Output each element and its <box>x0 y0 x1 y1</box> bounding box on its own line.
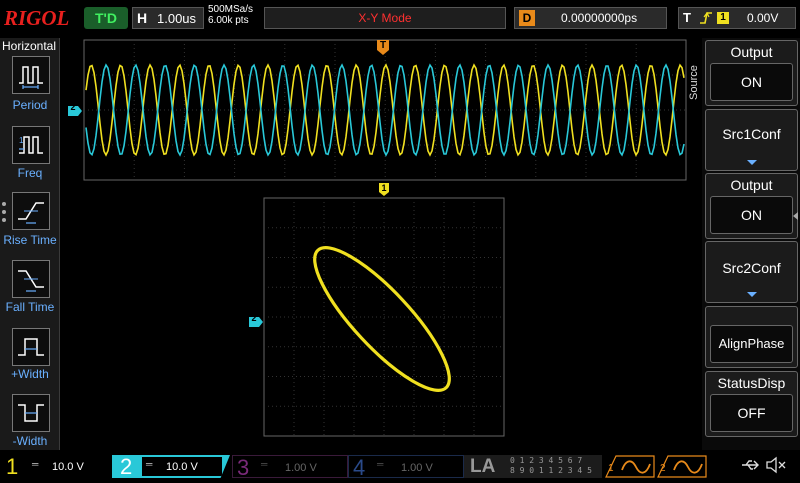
ch4-number: 4 <box>353 455 366 480</box>
ch2-status[interactable]: 2 ═ 10.0 V <box>112 455 230 478</box>
trigger-position-marker[interactable]: T <box>377 40 389 55</box>
source2-status[interactable]: 2 <box>656 455 708 478</box>
dc-coupling-icon: ═ <box>32 459 39 469</box>
timebase-box[interactable]: H 1.00us <box>132 7 204 29</box>
chevron-down-icon <box>746 154 758 172</box>
ch2-scale: 10.0 V <box>166 461 198 473</box>
acquisition-info: 500MSa/s 6.00k pts <box>208 4 253 26</box>
period-label: Period <box>12 98 48 112</box>
src2conf-label: Src2Conf <box>722 260 781 276</box>
src2conf-button[interactable]: Src2Conf <box>705 241 798 303</box>
la-digits-top: 0 1 2 3 4 5 6 7 <box>510 456 583 465</box>
positive-width-label: +Width <box>11 367 49 381</box>
memory-depth: 6.00k pts <box>208 15 249 26</box>
delay-value: 0.00000000ps <box>561 11 638 25</box>
frequency-button[interactable]: 1 <box>12 126 50 164</box>
source2-number: 2 <box>660 463 666 474</box>
ch3-status[interactable]: 3 ═ 1.00 V <box>232 455 348 480</box>
sample-rate: 500MSa/s <box>208 4 254 15</box>
trigger-source-badge: 1 <box>717 12 729 24</box>
menu-page-indicator <box>2 202 6 226</box>
ch2-value-box: ═ 10.0 V <box>142 457 222 476</box>
channel-status-bar: 1 ═ 10.0 V 2 ═ 10.0 V 3 ═ 1.00 V 4 ═ 1.0… <box>0 453 800 480</box>
source-menu: Output ON Src1Conf Output ON Src2Conf Al… <box>702 38 800 450</box>
ch2-number: 2 <box>120 454 133 479</box>
trigger-key: T <box>683 10 691 25</box>
rising-edge-icon <box>699 9 713 30</box>
source1-number: 1 <box>608 463 614 474</box>
delay-box[interactable]: D 0.00000000ps <box>514 7 667 29</box>
waveform-display <box>83 39 687 437</box>
frequency-label: Freq <box>17 166 43 180</box>
negative-width-label: -Width <box>12 434 48 448</box>
horizontal-menu: Horizontal Period 1 Freq Rise Time Fall … <box>0 38 60 450</box>
output2-header: Output <box>730 177 773 193</box>
horizontal-key: H <box>137 10 148 26</box>
ch1-scale: 10.0 V <box>52 461 84 473</box>
period-button[interactable] <box>12 56 50 94</box>
dc-coupling-icon: ═ <box>146 459 153 469</box>
negative-width-button[interactable] <box>12 394 50 432</box>
source1-status[interactable]: 1 <box>604 455 656 478</box>
statusdisp-header: StatusDisp <box>717 375 786 391</box>
la-digits-bottom: 8 9 0 1 1 2 3 4 5 <box>510 466 592 475</box>
ch4-scale: 1.00 V <box>401 462 433 474</box>
ch3-number: 3 <box>237 455 250 480</box>
ch2-offset-marker[interactable]: 2 <box>68 102 82 116</box>
positive-width-button[interactable] <box>12 328 50 366</box>
ch2-xy-marker-label: 2 <box>251 313 257 323</box>
output1-value: ON <box>710 63 793 101</box>
trigger-marker-label: T <box>379 40 387 51</box>
usb-icon <box>740 455 760 478</box>
statusdisp-value: OFF <box>710 394 793 432</box>
run-status-badge[interactable]: T'D <box>84 7 128 29</box>
display-mode-box: X-Y Mode <box>264 7 506 29</box>
alignphase-button[interactable]: AlignPhase <box>705 306 798 368</box>
ch2-xy-marker[interactable]: 2 <box>249 313 263 327</box>
output2-value: ON <box>710 196 793 234</box>
chevron-down-icon <box>746 286 758 304</box>
horizontal-menu-title: Horizontal <box>2 39 57 53</box>
brand-logo: RIGOL <box>4 6 70 30</box>
trigger-box[interactable]: T 1 0.00V <box>678 7 796 29</box>
speaker-mute-icon[interactable] <box>764 455 788 478</box>
ch1-status[interactable]: 1 ═ 10.0 V <box>0 455 112 478</box>
fall-time-button[interactable] <box>12 260 50 298</box>
top-status-bar: RIGOL T'D H 1.00us 500MSa/s 6.00k pts X-… <box>0 0 800 36</box>
ch4-status[interactable]: 4 ═ 1.00 V <box>348 455 464 480</box>
ch2-marker-label: 2 <box>70 102 76 112</box>
menu-scroll-indicator <box>793 207 798 220</box>
output1-panel[interactable]: Output ON <box>705 40 798 106</box>
la-digits: 0 1 2 3 4 5 6 7 8 9 0 1 1 2 3 4 5 <box>510 456 592 476</box>
output2-panel[interactable]: Output ON <box>705 173 798 239</box>
la-label: LA <box>470 456 496 477</box>
src1conf-button[interactable]: Src1Conf <box>705 109 798 171</box>
dc-coupling-icon: ═ <box>261 459 268 469</box>
fall-time-label: Fall Time <box>5 300 55 314</box>
la-status[interactable]: LA 0 1 2 3 4 5 6 7 8 9 0 1 1 2 3 4 5 <box>464 455 602 478</box>
rise-time-label: Rise Time <box>3 233 57 247</box>
rise-time-button[interactable] <box>12 192 50 230</box>
alignphase-label: AlignPhase <box>710 325 793 363</box>
source-side-label: Source <box>688 65 700 100</box>
delay-key: D <box>519 10 535 26</box>
ch1-marker-label: 1 <box>381 183 387 193</box>
ch3-scale: 1.00 V <box>285 462 317 474</box>
dc-coupling-icon: ═ <box>377 459 384 469</box>
statusdisp-panel[interactable]: StatusDisp OFF <box>705 371 798 437</box>
ch1-position-marker[interactable]: 1 <box>379 183 389 197</box>
ch1-number: 1 <box>6 454 19 479</box>
trigger-level: 0.00V <box>747 11 779 25</box>
timebase-value: 1.00us <box>157 11 197 26</box>
svg-text:1: 1 <box>19 136 24 145</box>
output1-header: Output <box>730 44 773 60</box>
src1conf-label: Src1Conf <box>722 126 781 142</box>
